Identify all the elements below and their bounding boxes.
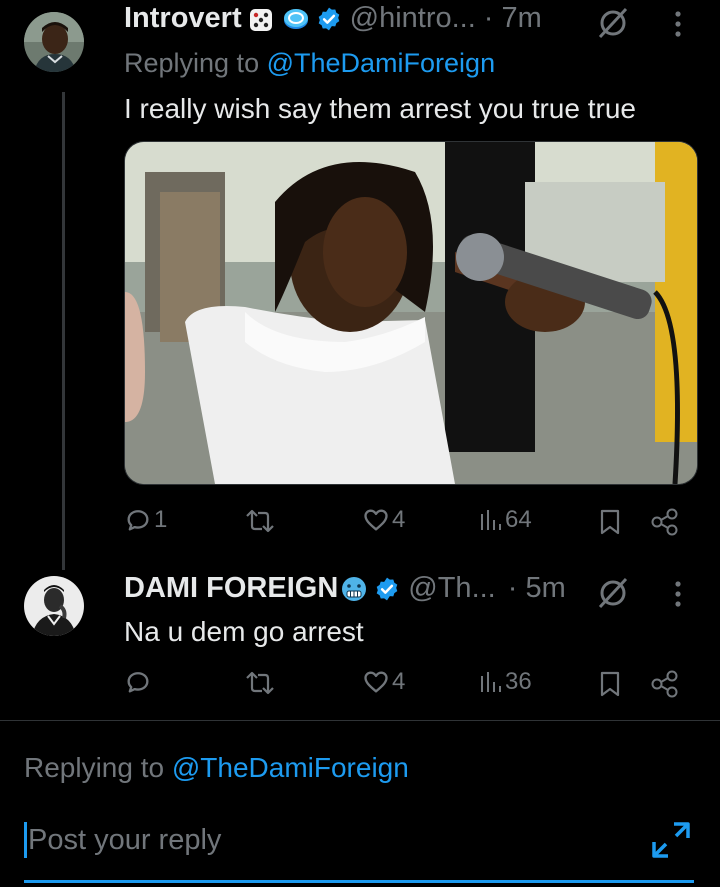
tweet-text: Na u dem go arrest — [124, 616, 364, 647]
like-count: 4 — [392, 506, 406, 533]
tweet-image[interactable] — [124, 141, 698, 485]
reply-input[interactable]: Post your reply — [24, 818, 624, 862]
replying-to: Replying to @TheDamiForeign — [124, 48, 496, 78]
reply-icon — [127, 672, 149, 693]
reply-button[interactable] — [124, 668, 152, 696]
bookmark-button[interactable] — [598, 670, 622, 698]
share-button[interactable] — [650, 508, 680, 536]
retweet-icon — [246, 509, 274, 533]
views-icon — [481, 510, 501, 530]
composer-focus-underline — [24, 880, 694, 883]
handle[interactable]: @Th... — [408, 572, 495, 605]
retweet-button[interactable] — [244, 508, 276, 534]
retweet-button[interactable] — [244, 670, 276, 696]
text-caret — [24, 822, 27, 858]
timestamp[interactable]: · 7m — [484, 2, 542, 35]
display-name[interactable]: DAMI FOREIGN — [124, 572, 338, 605]
share-icon — [651, 508, 678, 536]
views-count: 36 — [505, 668, 532, 695]
mention-link[interactable]: @TheDamiForeign — [267, 48, 496, 78]
like-icon — [364, 671, 388, 693]
thread-line — [62, 92, 65, 570]
reply-placeholder: Post your reply — [28, 823, 222, 856]
more-icon[interactable] — [673, 580, 683, 613]
like-button[interactable]: 4 — [362, 506, 405, 534]
display-name[interactable]: Introvert — [124, 2, 242, 35]
views-icon — [481, 672, 501, 692]
bookmark-button[interactable] — [598, 508, 622, 536]
composer-replying-to: Replying to @TheDamiForeign — [24, 752, 409, 783]
timestamp[interactable]: · 5m — [508, 572, 566, 605]
like-icon — [364, 509, 388, 531]
handle[interactable]: @hintro... — [350, 2, 476, 35]
bookmark-icon — [600, 671, 620, 697]
mute-icon[interactable] — [596, 6, 630, 45]
views-count: 64 — [505, 506, 532, 533]
retweet-icon — [246, 671, 274, 695]
views-button[interactable]: 36 — [479, 668, 532, 696]
avatar-dami-foreign[interactable] — [24, 576, 84, 636]
verified-badge-icon — [316, 6, 342, 32]
share-button[interactable] — [650, 670, 680, 698]
composer-mention-link[interactable]: @TheDamiForeign — [172, 752, 409, 783]
cold-face-emoji-icon — [340, 575, 368, 603]
divider — [0, 720, 720, 721]
avatar-introvert[interactable] — [24, 12, 84, 72]
expand-icon[interactable] — [650, 820, 692, 865]
reply-count: 1 — [154, 506, 168, 533]
bookmark-icon — [600, 509, 620, 535]
spinning-coin-emoji-icon — [282, 5, 310, 33]
dice-emoji-icon — [248, 5, 276, 33]
views-button[interactable]: 64 — [479, 506, 532, 534]
tweet-text: I really wish say them arrest you true t… — [124, 93, 636, 124]
reply-button[interactable]: 1 — [124, 506, 167, 534]
more-icon[interactable] — [673, 10, 683, 43]
like-button[interactable]: 4 — [362, 668, 405, 696]
like-count: 4 — [392, 668, 406, 695]
verified-badge-icon — [374, 576, 400, 602]
mute-icon[interactable] — [596, 576, 630, 615]
share-icon — [651, 670, 678, 698]
reply-icon — [127, 510, 149, 531]
